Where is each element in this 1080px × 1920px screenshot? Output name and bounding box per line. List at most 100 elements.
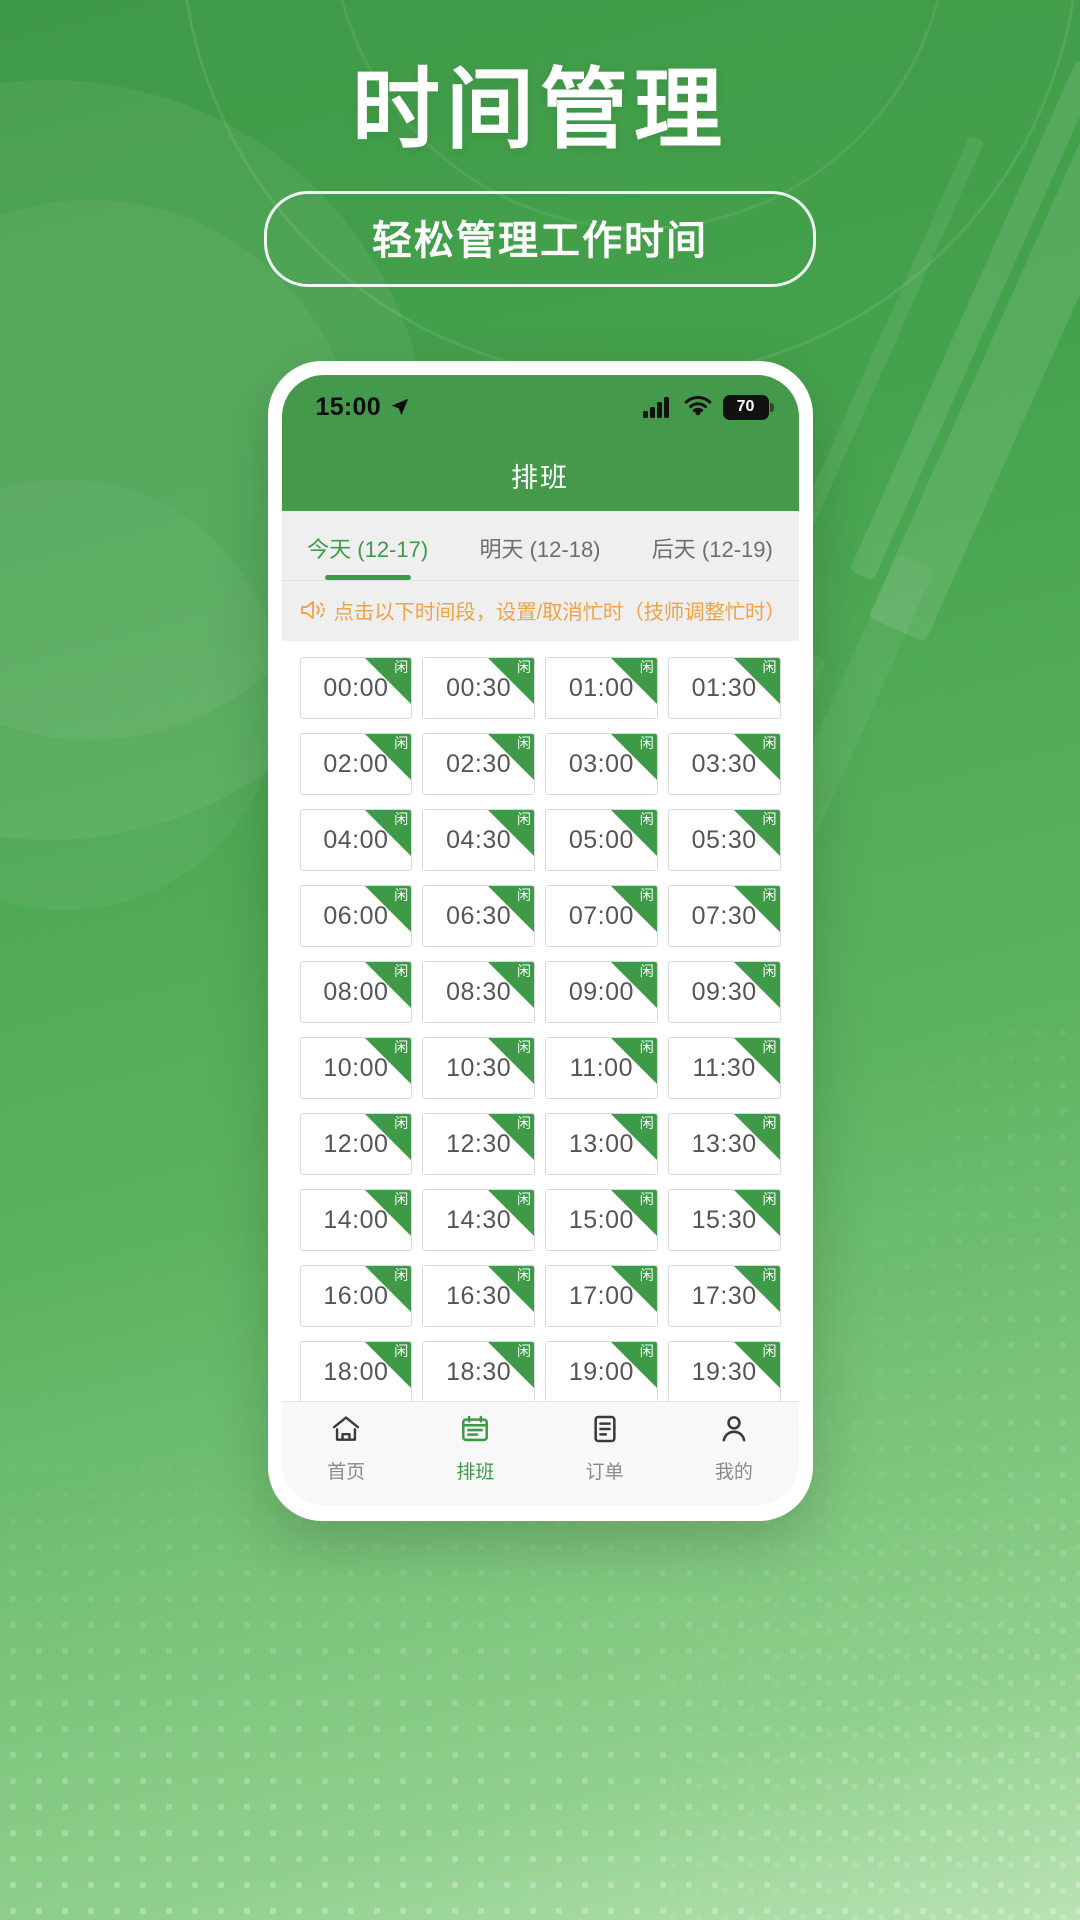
time-slot[interactable]: 17:00 闲 bbox=[545, 1265, 658, 1328]
time-slot[interactable]: 11:30 闲 bbox=[667, 1037, 781, 1100]
free-status-corner-badge: 闲 bbox=[365, 1114, 412, 1161]
free-status-label: 闲 bbox=[639, 659, 654, 676]
bottom-tab-label: 我的 bbox=[714, 1462, 753, 1484]
free-status-label: 闲 bbox=[639, 1039, 654, 1056]
free-status-corner-badge: 闲 bbox=[488, 886, 534, 933]
time-slot[interactable]: 03:30 闲 bbox=[667, 733, 781, 796]
bottom-tab-我的[interactable]: 我的 bbox=[669, 1402, 798, 1495]
day-tab-label: 后天 (12-19) bbox=[651, 537, 773, 563]
free-status-label: 闲 bbox=[639, 811, 654, 828]
free-status-corner-badge: 闲 bbox=[610, 962, 657, 1009]
time-slot[interactable]: 15:00 闲 bbox=[545, 1189, 658, 1252]
time-slot[interactable]: 02:00 闲 bbox=[299, 733, 413, 796]
time-slot[interactable]: 10:00 闲 bbox=[299, 1037, 413, 1100]
time-slot[interactable]: 02:30 闲 bbox=[422, 733, 535, 796]
free-status-label: 闲 bbox=[394, 811, 409, 828]
time-slot[interactable]: 17:30 闲 bbox=[667, 1265, 781, 1328]
time-slot[interactable]: 00:00 闲 bbox=[299, 657, 413, 720]
cellular-signal-icon bbox=[642, 397, 669, 419]
free-status-corner-badge: 闲 bbox=[365, 1266, 412, 1313]
time-slot[interactable]: 00:30 闲 bbox=[422, 657, 535, 720]
time-slot[interactable]: 08:00 闲 bbox=[299, 961, 413, 1024]
bottom-tab-首页[interactable]: 首页 bbox=[282, 1402, 411, 1495]
notice-text: 点击以下时间段，设置/取消忙时（技师调整忙时） bbox=[333, 601, 786, 625]
time-slot[interactable]: 13:30 闲 bbox=[667, 1113, 781, 1176]
time-slot[interactable]: 07:30 闲 bbox=[667, 885, 781, 948]
free-status-corner-badge: 闲 bbox=[610, 658, 657, 705]
free-status-corner-badge: 闲 bbox=[488, 734, 534, 781]
free-status-label: 闲 bbox=[394, 963, 409, 980]
time-slot[interactable]: 09:00 闲 bbox=[545, 961, 658, 1024]
time-slot[interactable]: 06:30 闲 bbox=[422, 885, 535, 948]
bottom-tab-bar: 首页 排班 订单 我的 bbox=[281, 1401, 799, 1506]
free-status-corner-badge: 闲 bbox=[610, 810, 657, 857]
free-status-corner-badge: 闲 bbox=[610, 1038, 657, 1085]
free-status-label: 闲 bbox=[762, 735, 777, 752]
time-slot[interactable]: 14:30 闲 bbox=[422, 1189, 535, 1252]
free-status-corner-badge: 闲 bbox=[365, 1190, 412, 1237]
time-slot[interactable]: 16:30 闲 bbox=[422, 1265, 535, 1328]
time-slot[interactable]: 11:00 闲 bbox=[545, 1037, 658, 1100]
bottom-tab-排班[interactable]: 排班 bbox=[411, 1402, 540, 1495]
promo-page: 时间管理 轻松管理工作时间 15:00 70 排班 今天 (12-17) 明天 … bbox=[0, 0, 1080, 1920]
day-tab-label: 明天 (12-18) bbox=[479, 537, 601, 563]
bottom-tab-label: 订单 bbox=[585, 1462, 624, 1484]
time-slot[interactable]: 04:30 闲 bbox=[422, 809, 535, 872]
free-status-corner-badge: 闲 bbox=[365, 962, 412, 1009]
free-status-label: 闲 bbox=[639, 1191, 654, 1208]
page-title: 时间管理 bbox=[351, 60, 728, 159]
time-slot[interactable]: 04:00 闲 bbox=[299, 809, 413, 872]
free-status-label: 闲 bbox=[639, 963, 654, 980]
free-status-corner-badge: 闲 bbox=[365, 810, 412, 857]
free-status-corner-badge: 闲 bbox=[488, 962, 534, 1009]
day-tab-2[interactable]: 后天 (12-19) bbox=[626, 511, 798, 580]
time-slot[interactable]: 05:30 闲 bbox=[667, 809, 781, 872]
free-status-label: 闲 bbox=[639, 735, 654, 752]
time-slot[interactable]: 19:30 闲 bbox=[667, 1341, 781, 1402]
free-status-corner-badge: 闲 bbox=[488, 1342, 534, 1389]
time-slot[interactable]: 10:30 闲 bbox=[422, 1037, 535, 1100]
time-slot[interactable]: 18:00 闲 bbox=[299, 1341, 413, 1402]
time-slot[interactable]: 06:00 闲 bbox=[299, 885, 413, 948]
wifi-icon bbox=[684, 396, 711, 416]
time-slot[interactable]: 05:00 闲 bbox=[545, 809, 658, 872]
notice-bar: 点击以下时间段，设置/取消忙时（技师调整忙时） bbox=[281, 581, 799, 642]
time-slot[interactable]: 15:30 闲 bbox=[667, 1189, 781, 1252]
status-bar-time: 15:00 bbox=[315, 392, 381, 421]
free-status-label: 闲 bbox=[517, 811, 531, 828]
free-status-label: 闲 bbox=[762, 887, 777, 904]
phone-mockup: 15:00 70 排班 今天 (12-17) 明天 (12-18) 后天 (12… bbox=[0, 361, 1080, 1522]
free-status-corner-badge: 闲 bbox=[365, 658, 412, 705]
time-slot[interactable]: 16:00 闲 bbox=[299, 1265, 413, 1328]
free-status-label: 闲 bbox=[762, 1039, 777, 1056]
free-status-label: 闲 bbox=[639, 1267, 654, 1284]
time-slot[interactable]: 03:00 闲 bbox=[545, 733, 658, 796]
free-status-label: 闲 bbox=[517, 1191, 531, 1208]
time-slot[interactable]: 07:00 闲 bbox=[545, 885, 658, 948]
time-slot[interactable]: 01:30 闲 bbox=[667, 657, 781, 720]
free-status-label: 闲 bbox=[762, 1343, 777, 1360]
time-slot[interactable]: 09:30 闲 bbox=[667, 961, 781, 1024]
free-status-label: 闲 bbox=[517, 659, 531, 676]
time-slot[interactable]: 14:00 闲 bbox=[299, 1189, 413, 1252]
app-header: 排班 bbox=[281, 439, 799, 512]
bottom-tab-订单[interactable]: 订单 bbox=[540, 1402, 669, 1495]
time-slot[interactable]: 18:30 闲 bbox=[422, 1341, 535, 1402]
time-slot[interactable]: 13:00 闲 bbox=[545, 1113, 658, 1176]
time-slot[interactable]: 12:30 闲 bbox=[422, 1113, 535, 1176]
time-slot[interactable]: 12:00 闲 bbox=[299, 1113, 413, 1176]
time-slot[interactable]: 08:30 闲 bbox=[422, 961, 535, 1024]
free-status-corner-badge: 闲 bbox=[733, 1266, 780, 1313]
free-status-corner-badge: 闲 bbox=[733, 1114, 780, 1161]
day-tab-0[interactable]: 今天 (12-17) bbox=[282, 511, 454, 580]
free-status-corner-badge: 闲 bbox=[488, 1266, 534, 1313]
time-slot[interactable]: 19:00 闲 bbox=[545, 1341, 658, 1402]
time-slot[interactable]: 01:00 闲 bbox=[545, 657, 658, 720]
free-status-label: 闲 bbox=[639, 887, 654, 904]
battery-level-label: 70 bbox=[736, 398, 755, 416]
user-icon bbox=[718, 1413, 750, 1450]
free-status-corner-badge: 闲 bbox=[610, 886, 657, 933]
free-status-label: 闲 bbox=[394, 1115, 409, 1132]
free-status-corner-badge: 闲 bbox=[733, 1342, 780, 1389]
day-tab-1[interactable]: 明天 (12-18) bbox=[454, 511, 626, 580]
